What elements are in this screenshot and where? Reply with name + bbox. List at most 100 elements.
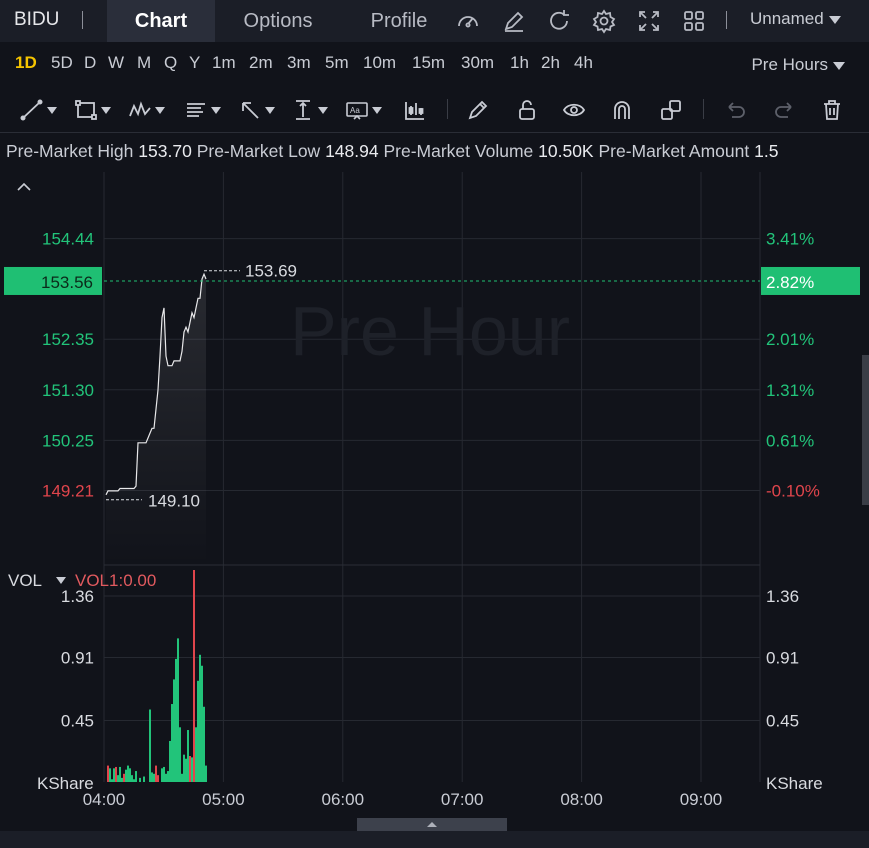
drawing-toolbar: Aa xyxy=(0,88,869,133)
period-2m[interactable]: 2m xyxy=(249,53,273,73)
magnet-icon[interactable] xyxy=(610,97,634,123)
volume-bar xyxy=(115,766,117,782)
volume-bar xyxy=(165,773,167,782)
period-5m[interactable]: 5m xyxy=(325,53,349,73)
volume-bar xyxy=(139,777,141,782)
session-selector[interactable]: Pre Hours xyxy=(751,55,845,75)
price-axis-label-right: 2.01% xyxy=(766,330,814,349)
period-bar: 1D 5D D W M Q Y 1m 2m 3m 5m 10m 15m 30m … xyxy=(0,42,869,88)
period-30m[interactable]: 30m xyxy=(461,53,494,73)
volume-bar xyxy=(131,775,133,782)
edit-icon[interactable] xyxy=(501,8,527,34)
unlock-icon[interactable] xyxy=(515,97,539,123)
volume-bar xyxy=(155,765,157,782)
volume-bar xyxy=(135,771,137,782)
volume-bar xyxy=(205,765,207,782)
period-2h[interactable]: 2h xyxy=(541,53,560,73)
price-scale-scrollbar[interactable] xyxy=(862,355,869,505)
undo-icon[interactable] xyxy=(724,97,748,123)
ticker-symbol[interactable]: BIDU xyxy=(14,9,59,31)
volume-bar xyxy=(161,768,163,782)
chevron-down-icon xyxy=(828,15,841,24)
volume-bar xyxy=(181,773,183,782)
period-1m[interactable]: 1m xyxy=(212,53,236,73)
eye-icon[interactable] xyxy=(562,97,586,123)
tab-chart[interactable]: Chart xyxy=(107,0,215,42)
volume-dropdown-icon[interactable] xyxy=(56,577,66,584)
collapse-icon[interactable] xyxy=(17,182,31,191)
arrow-tool-icon[interactable] xyxy=(238,97,275,123)
period-4h[interactable]: 4h xyxy=(574,53,593,73)
volume-bar xyxy=(121,777,123,782)
price-chart[interactable]: Pre Hour 154.44 3.41% 152.35 2.01% 151.30 1.3… xyxy=(0,170,869,830)
volume-bar xyxy=(187,730,189,782)
period-5d[interactable]: 5D xyxy=(51,53,73,73)
time-axis-label: 07:00 xyxy=(441,790,484,809)
divider xyxy=(726,11,727,29)
rectangle-tool-icon[interactable] xyxy=(74,97,111,123)
volume-bar xyxy=(197,680,199,782)
volume-bar xyxy=(123,773,125,782)
fullscreen-icon[interactable] xyxy=(636,8,662,34)
volume-bar xyxy=(153,773,155,782)
premarket-amount-label: Pre-Market Amount xyxy=(598,141,750,161)
volume-bar xyxy=(133,779,135,782)
refresh-icon[interactable] xyxy=(546,8,572,34)
measure-tool-icon[interactable] xyxy=(291,97,328,123)
volume-bar xyxy=(193,570,195,782)
pencil-icon[interactable] xyxy=(466,97,490,123)
chevron-down-icon xyxy=(833,61,845,70)
svg-text:Aa: Aa xyxy=(350,106,360,115)
grid-layout-icon[interactable] xyxy=(681,8,707,34)
volume-bar xyxy=(151,772,153,782)
volume-bar xyxy=(195,727,197,782)
premarket-high-label: Pre-Market High xyxy=(6,141,134,161)
volume-bar xyxy=(163,766,165,782)
redo-icon[interactable] xyxy=(772,97,796,123)
divider xyxy=(703,99,704,119)
tab-options[interactable]: Options xyxy=(224,0,332,42)
premarket-high-value: 153.70 xyxy=(138,141,192,161)
tab-profile[interactable]: Profile xyxy=(345,0,453,42)
trash-icon[interactable] xyxy=(820,97,844,123)
price-axis-label-left: 151.30 xyxy=(42,381,94,400)
period-1d[interactable]: 1D xyxy=(15,53,37,73)
pattern-tool-icon[interactable] xyxy=(128,97,165,123)
volume-bar xyxy=(189,756,191,782)
premarket-info: Pre-Market High 153.70 Pre-Market Low 14… xyxy=(6,141,869,162)
volume-axis-label-left: 0.45 xyxy=(61,711,94,730)
period-1h[interactable]: 1h xyxy=(510,53,529,73)
period-d[interactable]: D xyxy=(84,53,96,73)
period-m[interactable]: M xyxy=(137,53,151,73)
volume-bar xyxy=(177,638,179,782)
volume-axis-label-left: 0.91 xyxy=(61,649,94,668)
clone-icon[interactable] xyxy=(659,97,683,123)
layout-selector[interactable]: Unnamed xyxy=(750,9,841,29)
volume-bar xyxy=(129,768,131,782)
period-w[interactable]: W xyxy=(108,53,124,73)
period-q[interactable]: Q xyxy=(164,53,177,73)
volume-bar xyxy=(179,727,181,782)
layout-name-label: Unnamed xyxy=(750,9,824,28)
line-tool-icon[interactable] xyxy=(20,97,57,123)
price-axis-label-left: 154.44 xyxy=(42,230,94,249)
price-axis-label-right: 0.61% xyxy=(766,431,814,450)
timeline-scroll-handle[interactable] xyxy=(357,818,507,831)
fibonacci-tool-icon[interactable] xyxy=(184,97,221,123)
gauge-icon[interactable] xyxy=(455,8,481,34)
volume-bar xyxy=(169,740,171,782)
volume-bar xyxy=(107,765,109,782)
settings-icon[interactable] xyxy=(591,8,617,34)
period-15m[interactable]: 15m xyxy=(412,53,445,73)
low-marker-label: 149.10 xyxy=(148,492,200,511)
price-axis-label-left: 149.21 xyxy=(42,481,94,500)
period-y[interactable]: Y xyxy=(189,53,200,73)
period-10m[interactable]: 10m xyxy=(363,53,396,73)
volume-bar xyxy=(127,765,129,782)
volume-bar xyxy=(191,757,193,782)
period-3m[interactable]: 3m xyxy=(287,53,311,73)
volume-bar xyxy=(185,758,187,782)
volume-bar xyxy=(111,779,113,782)
text-tool-icon[interactable]: Aa xyxy=(345,97,382,123)
indicator-tool-icon[interactable] xyxy=(403,97,427,123)
